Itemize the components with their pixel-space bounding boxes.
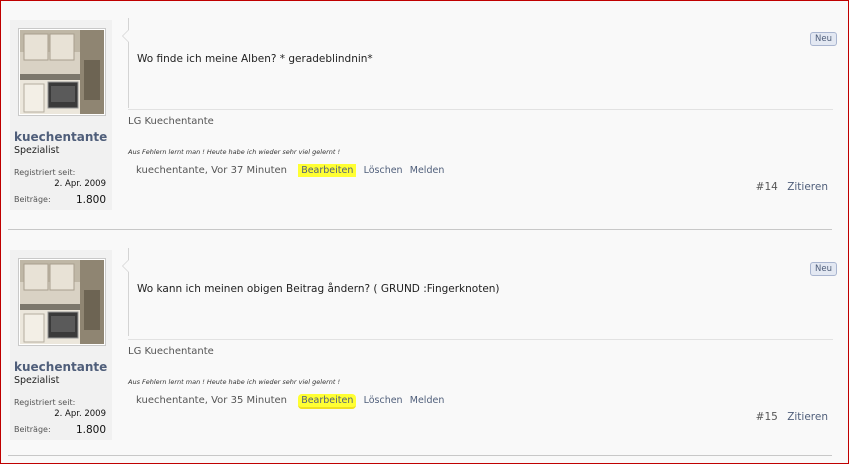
post-meta: kuechentante, Vor 35 Minuten Bearbeiten … — [136, 394, 445, 409]
post-actions-right: #14 Zitieren — [756, 181, 828, 193]
registered-label: Registriert seit: — [14, 398, 76, 407]
username[interactable]: kuechentante — [14, 360, 107, 374]
post-number[interactable]: #14 — [756, 181, 778, 193]
registered-value: 2. Apr. 2009 — [54, 179, 106, 189]
delete-link[interactable]: Löschen — [364, 395, 403, 406]
post-message: Wo finde ich meine Alben? * geradeblindn… — [137, 53, 373, 65]
message-arrow — [122, 30, 129, 42]
quote-link[interactable]: Zitieren — [787, 411, 828, 423]
edit-link[interactable]: Bearbeiten — [298, 164, 357, 177]
kitchen-photo-icon — [20, 260, 104, 344]
registered-value: 2. Apr. 2009 — [54, 409, 106, 419]
new-badge: Neu — [810, 262, 837, 276]
signature-divider — [128, 109, 833, 110]
signature: LG Kuechentante — [128, 346, 214, 357]
quote-link[interactable]: Zitieren — [787, 181, 828, 193]
author-time[interactable]: kuechentante, Vor 37 Minuten — [136, 165, 287, 176]
message-arrow — [122, 260, 129, 272]
signature-quote: Aus Fehlern lernt man ! Heute habe ich w… — [128, 378, 341, 386]
post-number[interactable]: #15 — [756, 411, 778, 423]
delete-link[interactable]: Löschen — [364, 165, 403, 176]
edit-link[interactable]: Bearbeiten — [298, 394, 357, 409]
posts-count-value: 1.800 — [75, 424, 106, 436]
avatar[interactable] — [18, 258, 106, 346]
post-separator — [8, 229, 832, 230]
report-link[interactable]: Melden — [410, 395, 445, 406]
post-actions-right: #15 Zitieren — [756, 411, 828, 423]
post-separator — [8, 455, 832, 456]
avatar[interactable] — [18, 28, 106, 116]
username[interactable]: kuechentante — [14, 130, 107, 144]
posts-count-label: Beiträge: — [14, 195, 51, 204]
post-15: kuechentante Spezialist Registriert seit… — [8, 232, 837, 454]
user-card: kuechentante Spezialist Registriert seit… — [10, 250, 112, 440]
new-badge: Neu — [810, 32, 837, 46]
posts-count-value: 1.800 — [75, 194, 106, 206]
user-rank: Spezialist — [14, 375, 60, 386]
signature-divider — [128, 339, 833, 340]
post-meta: kuechentante, Vor 37 Minuten Bearbeiten … — [136, 164, 445, 177]
post-message: Wo kann ich meinen obigen Beitrag åndern… — [137, 283, 500, 295]
signature-quote: Aus Fehlern lernt man ! Heute habe ich w… — [128, 148, 341, 156]
post-14: kuechentante Spezialist Registriert seit… — [8, 2, 837, 228]
signature: LG Kuechentante — [128, 116, 214, 127]
report-link[interactable]: Melden — [410, 165, 445, 176]
user-card: kuechentante Spezialist Registriert seit… — [10, 20, 112, 210]
author-time[interactable]: kuechentante, Vor 35 Minuten — [136, 395, 287, 406]
kitchen-photo-icon — [20, 30, 104, 114]
user-rank: Spezialist — [14, 145, 60, 156]
registered-label: Registriert seit: — [14, 168, 76, 177]
posts-count-label: Beiträge: — [14, 425, 51, 434]
